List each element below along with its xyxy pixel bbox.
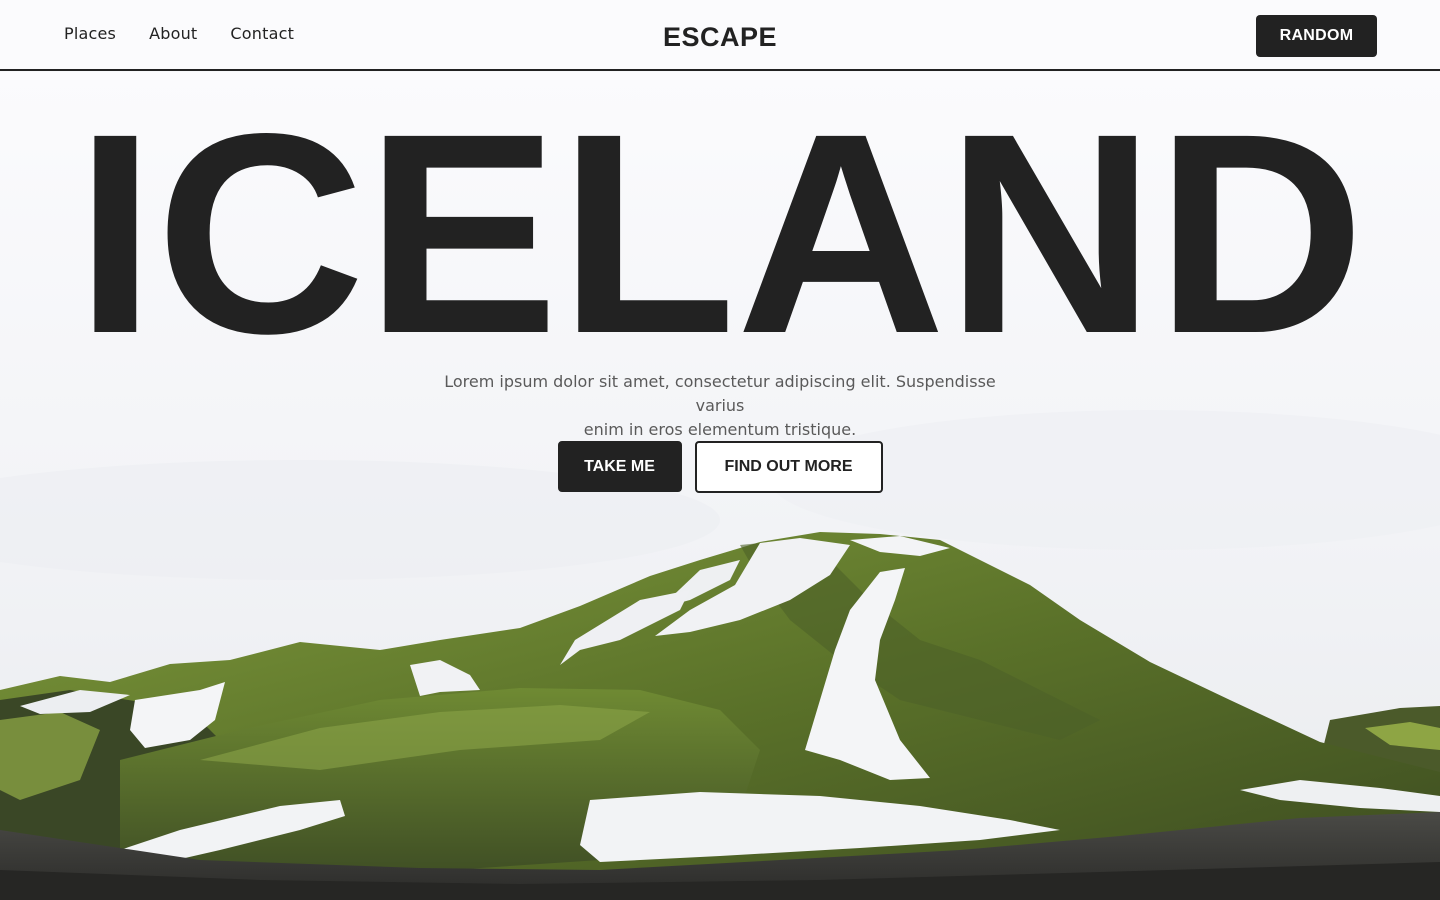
nav-link-about[interactable]: About [149, 24, 197, 43]
hero-headline: ICELAND [75, 92, 1365, 352]
take-me-button[interactable]: TAKE ME [557, 441, 682, 492]
main-nav: Places About Contact [64, 24, 294, 43]
nav-link-places[interactable]: Places [64, 24, 116, 43]
random-button[interactable]: RANDOM [1256, 15, 1377, 57]
hero-subtitle-line1: Lorem ipsum dolor sit amet, consectetur … [444, 372, 996, 415]
nav-link-contact[interactable]: Contact [230, 24, 294, 43]
hero-headline-text: ICELAND [75, 92, 1365, 352]
hero-actions: TAKE ME FIND OUT MORE [0, 441, 1440, 493]
find-out-more-button[interactable]: FIND OUT MORE [694, 441, 883, 493]
site-header: Places About Contact ESCAPE RANDOM [0, 0, 1440, 71]
hero-subtitle: Lorem ipsum dolor sit amet, consectetur … [420, 370, 1020, 442]
hero-subtitle-line2: enim in eros elementum tristique. [583, 420, 857, 439]
